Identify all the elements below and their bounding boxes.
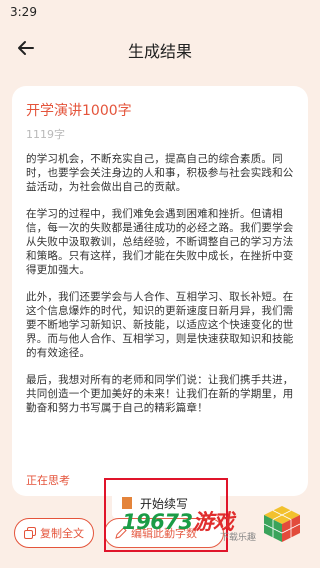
- result-card: 开学演讲1000字 1119字 的学习机会，不断充实自己，提高自己的综合素质。同…: [12, 86, 308, 496]
- paragraph: 此外，我们还要学会与人合作、互相学习、取长补短。在这个信息爆炸的时代，知识的更新…: [26, 290, 294, 360]
- word-count: 1119字: [26, 128, 65, 141]
- copy-all-label: 复制全文: [40, 527, 84, 540]
- watermark-subtext: 下载乐趣: [220, 533, 257, 543]
- paragraph: 的学习机会，不断充实自己，提高自己的综合素质。同时，也要学会关注身边的人和事，积…: [26, 153, 294, 194]
- generating-status: 正在思考: [26, 474, 70, 487]
- cube-logo-icon: [263, 506, 301, 542]
- status-time: 3:29: [10, 5, 37, 19]
- watermark-logo: 19673游戏: [122, 506, 234, 536]
- paragraph: 在学习的过程中，我们难免会遇到困难和挫折。但请相信，每一次的失败都是通往成功的必…: [26, 207, 294, 277]
- nav-bar: 生成结果: [0, 28, 320, 68]
- result-title: 开学演讲1000字: [26, 103, 132, 119]
- copy-all-button[interactable]: 复制全文: [14, 518, 94, 548]
- paragraph: 最后，我想对所有的老师和同学们说：让我们携手共进，共同创造一个更加美好的未来！让…: [26, 373, 294, 415]
- watermark-number: 19673: [122, 510, 193, 534]
- copy-icon: [24, 527, 36, 539]
- result-text[interactable]: 的学习机会，不断充实自己，提高自己的综合素质。同时，也要学会关注身边的人和事，积…: [26, 152, 294, 496]
- page-title: 生成结果: [127, 42, 192, 61]
- status-bar: 3:29: [0, 0, 320, 24]
